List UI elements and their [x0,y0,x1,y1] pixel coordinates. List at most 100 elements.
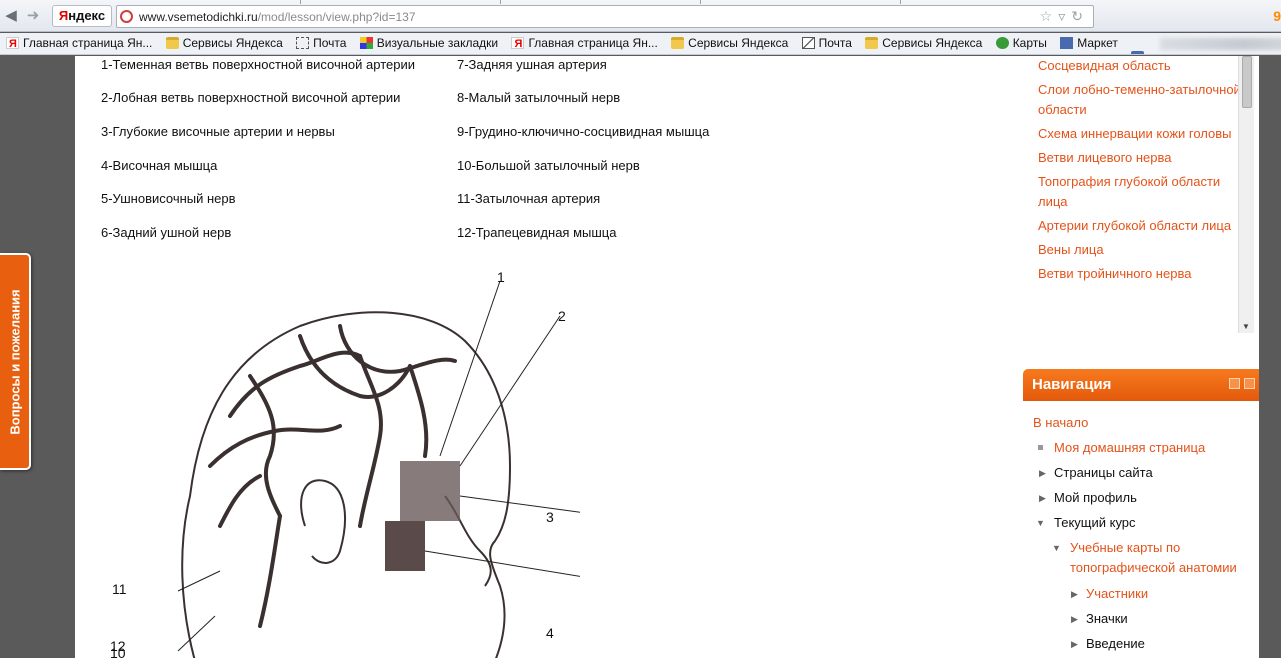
nav-item-participants[interactable]: ▶ Участники [1023,584,1259,609]
nav-label: Введение [1086,636,1145,651]
scroll-down-icon[interactable]: ▼ [1242,322,1250,331]
bookmark-label: Сервисы Яндекса [688,36,789,50]
address-bar[interactable]: www.vsemetodichki.ru/mod/lesson/view.php… [116,5,1094,28]
logo-rest: ндекс [68,8,106,23]
bookmark-label: Визуальные закладки [376,36,499,50]
nav-item-site-pages[interactable]: ▶ Страницы сайта [1023,463,1259,488]
bookmark-item[interactable]: Сервисы Яндекса [669,33,788,53]
navigation-block: Навигация В начало Моя домашняя страница… [1023,369,1259,658]
nav-label: Значки [1086,611,1128,626]
bookmark-label: Главная страница Ян... [528,36,658,50]
tab-separator [300,0,301,4]
toc-link[interactable]: Вены лица [1038,240,1250,260]
nav-label: Участники [1086,586,1149,601]
navigation-tree: В начало Моя домашняя страница ▶ Страницы… [1023,401,1259,658]
toc-link[interactable]: Ветви тройничного нерва [1038,264,1250,284]
nav-item-badges[interactable]: ▶ Значки [1023,609,1259,634]
tab-separator [500,0,501,4]
figure-label: 12 [110,638,126,654]
nav-item-my-profile[interactable]: ▶ Мой профиль [1023,488,1259,513]
envelope-icon [801,37,815,49]
tab-separator [900,0,901,4]
nav-item-home[interactable]: В начало [1023,413,1259,438]
message-icon [1131,51,1145,54]
minimize-icon[interactable] [1229,378,1240,389]
head-anatomy-figure: 1 2 3 4 11 10 [110,269,580,658]
nav-label: В начало [1033,415,1089,430]
head-outline [181,311,512,658]
expand-icon: ▶ [1071,639,1078,649]
figure-labels: 1 2 3 4 11 10 [110,269,566,658]
expand-icon: ▶ [1071,614,1078,624]
bookmark-item[interactable]: Визуальные закладки [358,33,498,53]
bookmark-label: Сервисы Яндекса [882,36,983,50]
folder-icon [671,37,685,49]
url-text[interactable]: www.vsemetodichki.ru/mod/lesson/view.php… [139,10,416,24]
nav-label: Моя домашняя страница [1054,440,1206,455]
bookmark-item[interactable]: Маркет [1058,33,1118,53]
bookmark-item[interactable]: Сервисы Яндекса [863,33,982,53]
collapse-icon: ▼ [1036,518,1045,528]
bookmark-item[interactable]: Карты [994,33,1047,53]
market-icon [1060,37,1074,49]
toc-link[interactable]: Артерии глубокой области лица [1038,216,1250,236]
maps-icon [995,37,1009,49]
nav-item-my-home[interactable]: Моя домашняя страница [1023,438,1259,463]
bookmark-label: Почта [818,36,852,50]
legend-item: 5-Ушновисочный нерв [101,191,236,206]
bookmark-item[interactable]: Главная страница Ян... [509,33,658,54]
arrow-left-icon: ◀ [5,7,17,24]
feedback-label: Вопросы и пожелания [7,288,22,435]
move-icon[interactable] [1244,378,1255,389]
leader-lines [177,280,580,652]
forward-button[interactable]: ➜ [24,6,42,26]
bookmark-item[interactable]: Сервисы Яндекса [164,33,283,53]
nav-item-course[interactable]: ▼ Учебные карты по топографической анатом… [1023,538,1259,584]
orange-toolbar-icon[interactable]: 9 [1273,8,1281,24]
bookmark-item[interactable]: Почта [800,33,852,53]
url-actions: ☆▿↻ [1040,8,1089,25]
legend-item: 3-Глубокие височные артерии и нервы [101,124,335,139]
yandex-logo-button[interactable]: Яндекс [52,5,112,27]
legend-item: 11-Затылочная артерия [457,191,601,206]
toc-link[interactable]: Сосцевидная область [1038,56,1250,76]
visual-bookmarks-icon [359,37,373,49]
legend-item: 10-Большой затылочный нерв [457,158,640,173]
figure-label: 3 [546,509,554,525]
star-icon[interactable]: ☆ [1040,8,1059,24]
back-button[interactable]: ◀ [2,6,20,26]
browser-navbar: ◀ ➜ Яндекс www.vsemetodichki.ru/mod/less… [0,0,1281,32]
bookmark-label: Главная страница Ян... [23,36,153,50]
url-path: /mod/lesson/view.php?id=137 [257,10,416,24]
toc-link[interactable]: Ветви лицевого нерва [1038,148,1250,168]
folder-icon [165,37,179,49]
bookmark-item[interactable]: Главная страница Ян... [4,33,153,54]
arrow-right-icon: ➜ [26,7,40,24]
legend-item: 9-Грудино-ключично-сосцивидная мышца [457,124,710,139]
toc-link[interactable]: Слои лобно-теменно-затылочной области [1038,80,1250,120]
scroll-thumb[interactable] [1242,56,1252,108]
nav-item-intro[interactable]: ▶ Введение [1023,634,1259,658]
nav-label: Учебные карты по топографической анатоми… [1070,540,1237,575]
page-content: 1-Теменная ветвь поверхностной височной … [75,56,1259,658]
toc-link[interactable]: Топография глубокой области лица [1038,172,1250,212]
figure-label: 4 [546,625,554,641]
bookmarks-bar: Главная страница Ян... Сервисы Яндекса П… [0,33,1281,55]
toc-scrollbar[interactable]: ▼ [1238,56,1254,333]
bookmark-label: Сервисы Яндекса [182,36,283,50]
bookmark-item[interactable]: Почта [294,33,346,53]
navigation-header: Навигация [1023,369,1259,401]
expand-icon: ▶ [1039,468,1046,478]
deep-temporal-region [400,461,460,521]
mail-icon [296,37,310,49]
nav-item-current-course[interactable]: ▼ Текущий курс [1023,513,1259,538]
legend-item: 7-Задняя ушная артерия [457,57,607,72]
expand-icon: ▶ [1071,589,1078,599]
reload-icon[interactable]: ↻ [1071,8,1089,24]
toc-link[interactable]: Схема иннервации кожи головы [1038,124,1250,144]
folder-icon [865,37,879,49]
figure-label: 1 [497,269,505,285]
dropdown-icon[interactable]: ▿ [1058,8,1071,24]
navigation-title: Навигация [1032,376,1112,393]
feedback-tab[interactable]: Вопросы и пожелания [0,253,31,470]
